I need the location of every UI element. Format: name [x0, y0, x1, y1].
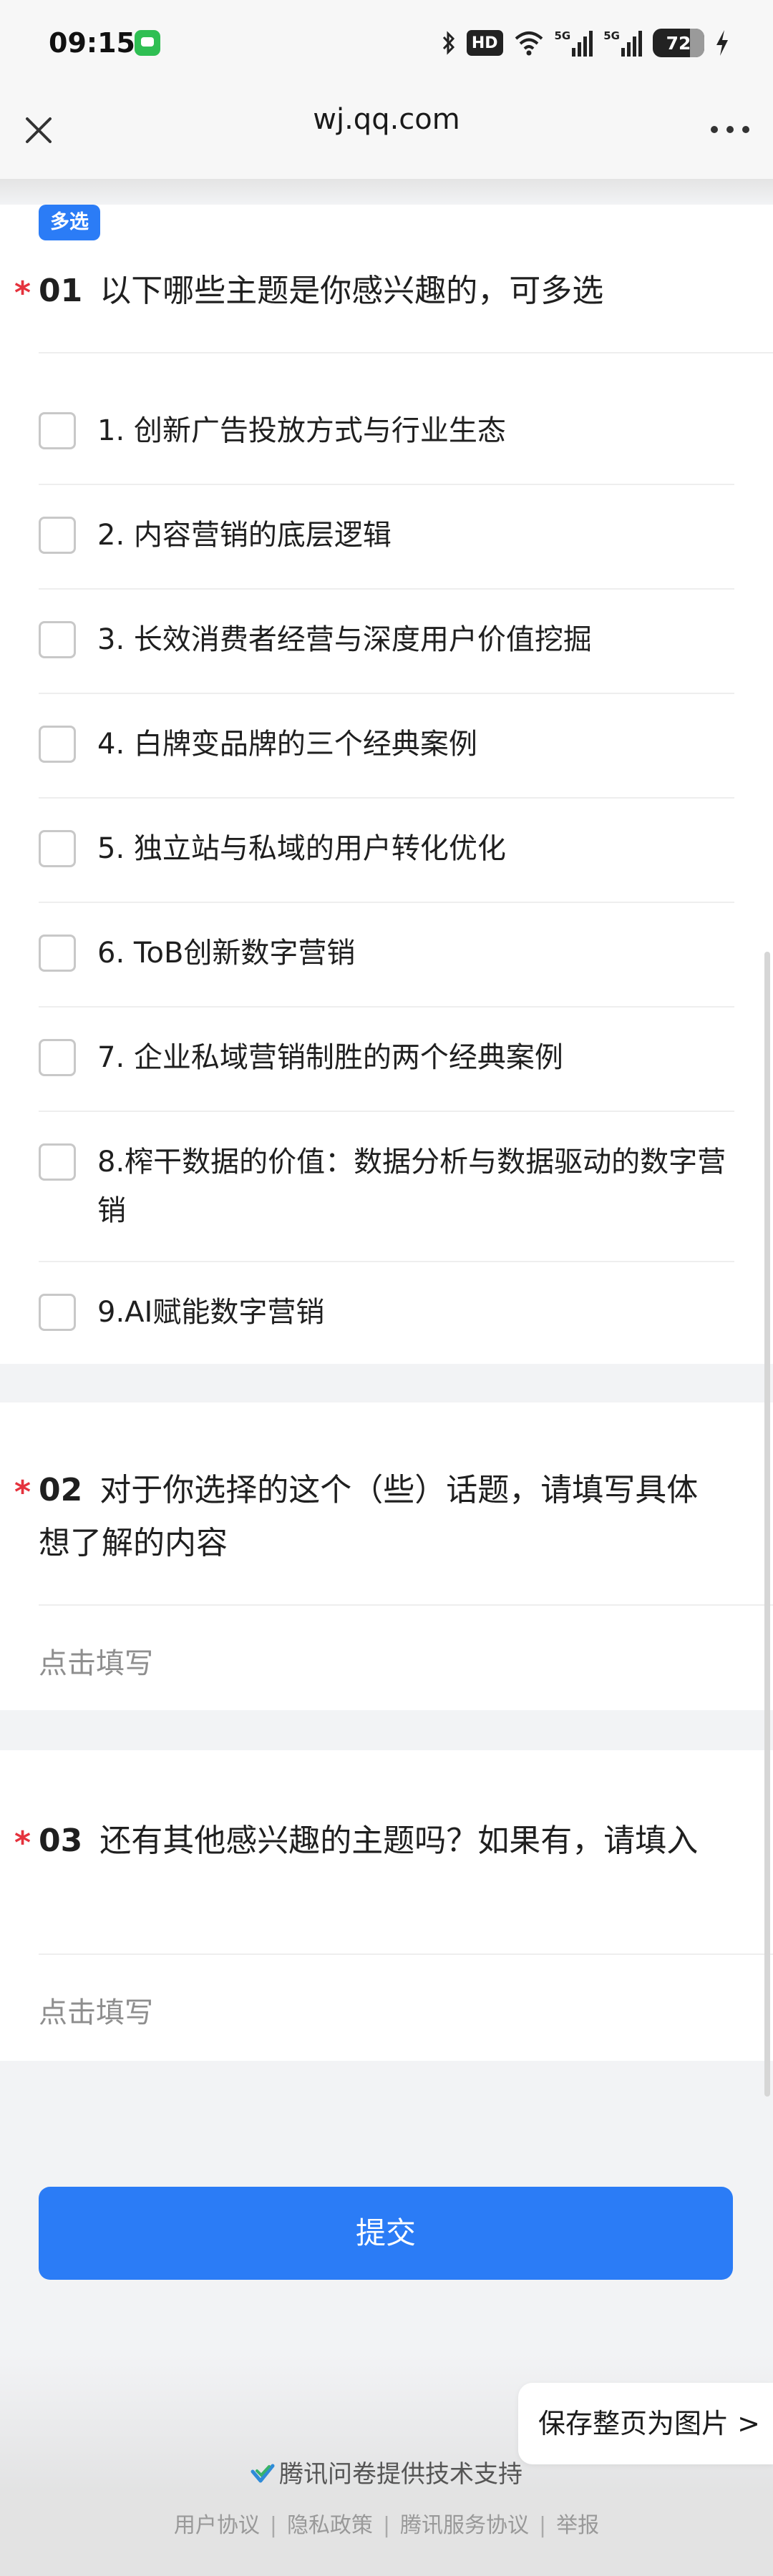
question-card-3: * 03 还有其他感兴趣的主题吗？如果有，请填入 点击填写: [0, 1750, 773, 2061]
question-card-2: * 02 对于你选择的这个（些）话题，请填写具体想了解的内容 点击填写: [0, 1402, 773, 1710]
divider: [39, 1111, 734, 1112]
divider: [39, 1006, 734, 1008]
wifi-icon: [515, 31, 543, 56]
question-title: 01 以下哪些主题是你感兴趣的，可多选: [39, 265, 726, 318]
charging-bolt-icon: [716, 30, 728, 56]
signal-2: 5G: [603, 29, 643, 57]
submit-button[interactable]: 提交: [39, 2187, 733, 2280]
footer-links: 用户协议 | 隐私政策 | 腾讯服务协议 | 举报: [0, 2490, 773, 2576]
question-title: 02 对于你选择的这个（些）话题，请填写具体想了解的内容: [39, 1464, 726, 1570]
divider: [39, 1604, 773, 1606]
divider: [39, 1261, 734, 1262]
divider: [39, 1953, 773, 1955]
option-label: 8.榨干数据的价值：数据分析与数据驱动的数字营销: [97, 1146, 726, 1227]
status-icons: HD 5G 5G 72: [441, 26, 730, 60]
divider: [39, 693, 734, 694]
text-input[interactable]: 点击填写: [39, 1989, 153, 2031]
signal-bars-icon: [572, 31, 593, 57]
required-mark: *: [14, 275, 31, 311]
checkbox[interactable]: [39, 412, 76, 449]
option-label: 9.AI赋能数字营销: [97, 1296, 325, 1329]
option-label: 7. 企业私域营销制胜的两个经典案例: [97, 1041, 563, 1074]
divider: [39, 484, 734, 485]
message-notification-icon: [135, 30, 160, 56]
option-1[interactable]: 1. 创新广告投放方式与行业生态: [39, 406, 734, 455]
privacy-policy-link[interactable]: 隐私政策: [287, 2513, 373, 2538]
more-icon[interactable]: [709, 120, 752, 139]
signal-bars-icon: [621, 31, 642, 57]
hd-badge: HD: [466, 30, 503, 56]
divider: [39, 588, 734, 590]
option-label: 4. 白牌变品牌的三个经典案例: [97, 728, 477, 761]
nav-shadow: [0, 179, 773, 205]
question-text: 还有其他感兴趣的主题吗？如果有，请填入: [99, 1823, 699, 1859]
option-4[interactable]: 4. 白牌变品牌的三个经典案例: [39, 720, 734, 769]
separator: |: [269, 2513, 277, 2538]
option-label: 3. 长效消费者经营与深度用户价值挖掘: [97, 623, 592, 656]
checkbox[interactable]: [39, 935, 76, 972]
report-link[interactable]: 举报: [556, 2513, 599, 2538]
checkbox[interactable]: [39, 621, 76, 658]
option-6[interactable]: 6. ToB创新数字营销: [39, 929, 734, 977]
checkbox[interactable]: [39, 830, 76, 867]
option-7[interactable]: 7. 企业私域营销制胜的两个经典案例: [39, 1033, 734, 1082]
checkbox[interactable]: [39, 1294, 76, 1331]
battery-icon: 72: [653, 29, 704, 57]
question-number: 02: [39, 1472, 83, 1508]
option-8[interactable]: 8.榨干数据的价值：数据分析与数据驱动的数字营销: [39, 1138, 734, 1235]
question-number: 01: [39, 273, 83, 309]
bluetooth-icon: [442, 31, 454, 55]
required-mark: *: [14, 1474, 31, 1511]
status-bar: 09:15 HD 5G 5G 72: [0, 0, 773, 92]
option-label: 1. 创新广告投放方式与行业生态: [97, 414, 506, 447]
question-title: 03 还有其他感兴趣的主题吗？如果有，请填入: [39, 1815, 726, 1868]
separator: |: [539, 2513, 547, 2538]
powered-by-text: 腾讯问卷提供技术支持: [279, 2460, 522, 2489]
checkbox[interactable]: [39, 1039, 76, 1076]
option-label: 5. 独立站与私域的用户转化优化: [97, 832, 506, 865]
multi-select-tag: 多选: [39, 205, 100, 240]
status-time: 09:15: [49, 27, 135, 59]
checkbox[interactable]: [39, 726, 76, 763]
option-label: 2. 内容营销的底层逻辑: [97, 519, 392, 552]
option-2[interactable]: 2. 内容营销的底层逻辑: [39, 511, 734, 560]
option-3[interactable]: 3. 长效消费者经营与深度用户价值挖掘: [39, 615, 734, 664]
question-text: 对于你选择的这个（些）话题，请填写具体想了解的内容: [39, 1472, 699, 1561]
tencent-survey-logo-icon: [251, 2464, 275, 2483]
checkbox[interactable]: [39, 517, 76, 554]
battery-empty-portion: [690, 29, 704, 57]
divider: [39, 797, 734, 799]
text-input[interactable]: 点击填写: [39, 1640, 153, 1682]
option-label: 6. ToB创新数字营销: [97, 937, 356, 970]
user-agreement-link[interactable]: 用户协议: [174, 2513, 260, 2538]
divider: [39, 902, 734, 903]
powered-by: 腾讯问卷提供技术支持: [0, 2454, 773, 2489]
save-page-as-image-button[interactable]: 保存整页为图片 >: [518, 2383, 773, 2464]
question-text: 以下哪些主题是你感兴趣的，可多选: [99, 273, 604, 309]
scrollbar[interactable]: [764, 952, 770, 2097]
separator: |: [382, 2513, 391, 2538]
checkbox[interactable]: [39, 1143, 76, 1181]
signal-1: 5G: [555, 29, 594, 57]
required-mark: *: [14, 1825, 31, 1861]
page-url-title: wj.qq.com: [313, 103, 460, 136]
question-card-1: 多选 * 01 以下哪些主题是你感兴趣的，可多选 1. 创新广告投放方式与行业生态…: [0, 205, 773, 1364]
question-number: 03: [39, 1823, 83, 1859]
nav-bar: wj.qq.com: [0, 92, 773, 179]
tencent-service-agreement-link[interactable]: 腾讯服务协议: [400, 2513, 529, 2538]
divider: [39, 352, 773, 353]
option-9[interactable]: 9.AI赋能数字营销: [39, 1288, 734, 1337]
option-5[interactable]: 5. 独立站与私域的用户转化优化: [39, 824, 734, 873]
